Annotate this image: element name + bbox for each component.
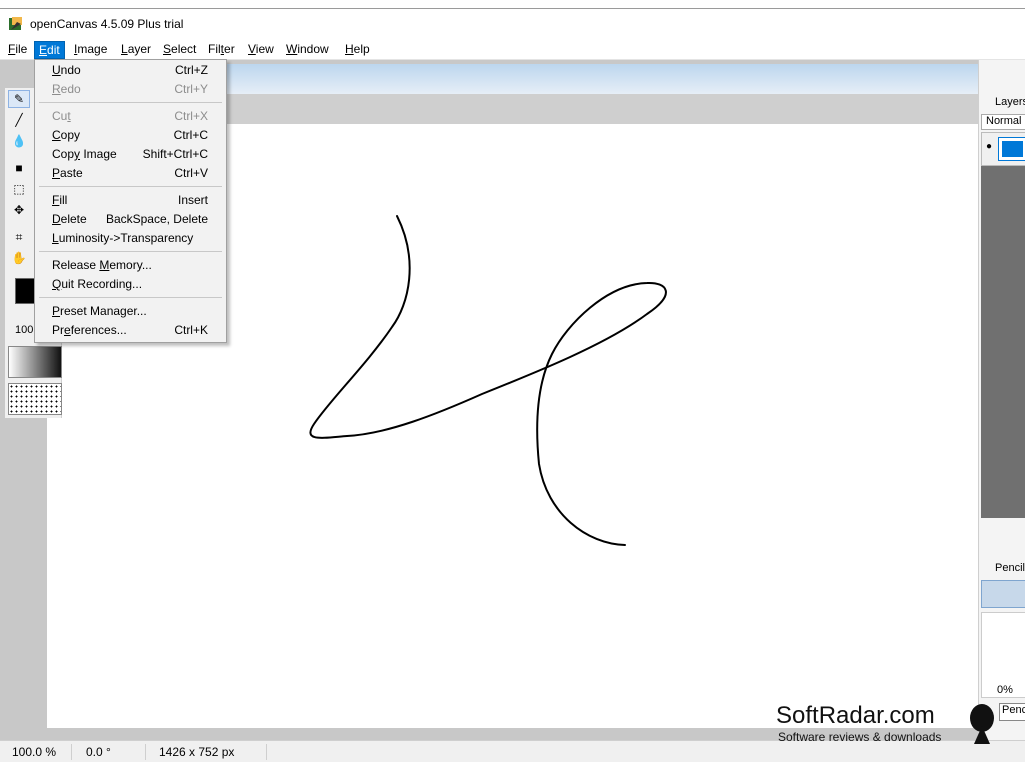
menu-window[interactable]: Window [282,41,333,59]
menu-item-label: Release Memory... [52,258,152,272]
menu-select[interactable]: Select [159,41,200,59]
menu-item-shortcut: BackSpace, Delete [105,212,208,226]
menu-item-label: Paste [52,166,83,180]
fill-icon[interactable]: ■ [8,159,30,177]
opacity-value: 100 [15,324,34,336]
zoom-level: 100.0 % [0,744,72,760]
menu-item-redo[interactable]: Redo Ctrl+Y [35,80,226,99]
title-bar: openCanvas 4.5.09 Plus trial [0,8,1025,38]
menu-item-shortcut: Ctrl+K [174,323,208,337]
right-panels: Layers Normal ● Pencil 0% Penc [978,60,1025,740]
window-title: openCanvas 4.5.09 Plus trial [30,17,184,31]
menu-item-label: Cut [52,109,71,123]
menu-item-undo[interactable]: Undo Ctrl+Z [35,61,226,80]
menu-item-shortcut: Shift+Ctrl+C [142,147,208,161]
menu-item-fill[interactable]: Fill Insert [35,191,226,210]
menu-item-shortcut: Ctrl+X [174,109,208,123]
brush-percent: 0% [997,684,1013,696]
primary-color-swatch[interactable] [15,278,35,304]
menu-item-label: Redo [52,82,81,96]
pencil-preset-icon[interactable] [981,580,1025,608]
brush-panel-title: Pencil [995,562,1025,574]
satellite-dish-icon [970,704,994,744]
menu-separator [39,297,222,298]
move-icon[interactable]: ✥ [8,201,30,219]
menu-file[interactable]: File [4,41,31,59]
menu-item-cut[interactable]: Cut Ctrl+X [35,107,226,126]
menu-image[interactable]: Image [70,41,111,59]
menu-item-label: Preferences... [52,323,127,337]
brush-icon[interactable]: ╱ [8,111,30,129]
gradient-selector[interactable] [8,346,62,378]
layer-thumbnail [998,137,1025,161]
menu-item-quit-recording[interactable]: Quit Recording... [35,275,226,294]
eye-icon[interactable]: ● [986,141,992,152]
texture-selector[interactable] [8,383,62,415]
menu-item-label: Fill [52,193,68,207]
pencil-icon[interactable]: ✎ [8,90,30,108]
menu-item-shortcut: Ctrl+Y [174,82,208,96]
menu-separator [39,186,222,187]
dropper-icon[interactable]: 💧 [8,132,30,150]
menu-edit[interactable]: Edit [34,41,65,59]
menu-item-label: Quit Recording... [52,277,143,291]
menu-item-label: Copy [52,128,81,142]
blend-mode-select[interactable]: Normal [981,114,1025,130]
app-logo-icon [9,17,22,30]
menu-item-release-memory[interactable]: Release Memory... [35,256,226,275]
menu-separator [39,102,222,103]
menu-item-paste[interactable]: Paste Ctrl+V [35,164,226,183]
menu-item-delete[interactable]: Delete BackSpace, Delete [35,210,226,229]
crop-icon[interactable]: ⌗ [8,228,30,246]
menu-separator [39,251,222,252]
menu-item-luminosity[interactable]: Luminosity->Transparency [35,229,226,248]
menu-item-label: Undo [52,63,81,77]
layer-row[interactable]: ● [981,132,1025,166]
menu-item-shortcut: Ctrl+C [173,128,208,142]
menu-item-label: Delete [52,212,87,226]
menu-item-preferences[interactable]: Preferences... Ctrl+K [35,321,226,340]
menu-item-label: Copy Image [52,147,117,161]
layers-list-empty [981,166,1025,518]
watermark-tagline: Software reviews & downloads [778,730,942,744]
menu-item-label: Preset Manager... [52,304,147,318]
hand-icon[interactable]: ✋ [8,249,30,267]
softradar-watermark: SoftRadar.com Software reviews & downloa… [776,702,1025,746]
menu-help[interactable]: Help [341,41,374,59]
menu-item-preset-manager[interactable]: Preset Manager... [35,302,226,321]
menu-item-copy-image[interactable]: Copy Image Shift+Ctrl+C [35,145,226,164]
watermark-brand: SoftRadar.com [776,702,935,729]
edit-dropdown-menu: Undo Ctrl+Z Redo Ctrl+Y Cut Ctrl+X Copy Ctrl+C C… [34,59,227,343]
menu-item-shortcut: Ctrl+V [174,166,208,180]
select-rect-icon[interactable]: ⬚ [8,180,30,198]
layers-panel-title: Layers [981,92,1025,114]
menu-item-shortcut: Ctrl+Z [175,63,208,77]
menu-filter[interactable]: Filter [204,41,239,59]
menu-item-shortcut: Insert [177,193,208,207]
rotation-value: 0.0 ° [74,744,146,760]
menu-layer[interactable]: Layer [117,41,155,59]
canvas-size: 1426 x 752 px [147,744,267,760]
menu-view[interactable]: View [244,41,278,59]
menu-bar: File Edit Image Layer Select Filter View Window… [0,38,1025,60]
menu-item-copy[interactable]: Copy Ctrl+C [35,126,226,145]
menu-item-label: Luminosity->Transparency [52,231,194,245]
